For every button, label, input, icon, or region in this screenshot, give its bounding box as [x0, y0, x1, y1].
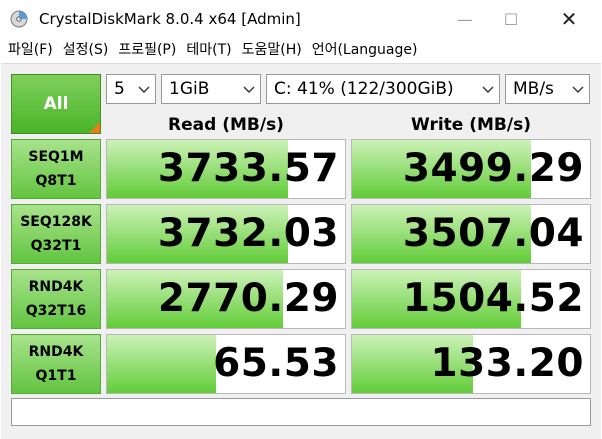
menu-profile[interactable]: 프로필(P) — [118, 40, 176, 60]
window-title: CrystalDiskMark 8.0.4 x64 [Admin] — [39, 10, 301, 28]
minimize-button[interactable]: — — [442, 0, 488, 38]
maximize-button[interactable]: ☐ — [488, 0, 534, 38]
chevron-down-icon — [482, 86, 494, 93]
read-value: 3733.57 — [157, 146, 339, 191]
write-value: 3499.29 — [402, 146, 584, 191]
close-button[interactable]: ✕ — [546, 0, 592, 38]
read-result: 2770.29 — [106, 269, 346, 329]
read-result: 65.53 — [106, 334, 346, 394]
drive-select[interactable]: C: 41% (122/300GiB) — [266, 74, 500, 104]
test-button-name: SEQ128K — [20, 214, 92, 230]
chevron-down-icon — [243, 86, 255, 93]
read-value: 2770.29 — [157, 276, 339, 321]
comment-field[interactable] — [11, 398, 591, 426]
unit-value: MB/s — [513, 79, 554, 99]
read-column-header: Read (MB/s) — [168, 115, 284, 135]
read-value: 3732.03 — [157, 211, 339, 256]
write-result: 3499.29 — [351, 139, 591, 199]
title-bar[interactable]: CrystalDiskMark 8.0.4 x64 [Admin] — ☐ ✕ — [0, 0, 602, 38]
write-value: 1504.52 — [402, 276, 584, 321]
test-button-name: RND4K — [28, 344, 84, 360]
chevron-down-icon — [572, 86, 584, 93]
menu-language[interactable]: 언어(Language) — [312, 40, 418, 60]
read-value: 65.53 — [213, 341, 339, 386]
test-button-params: Q8T1 — [35, 173, 77, 189]
test-button-params: Q32T1 — [30, 238, 82, 254]
test-size-select[interactable]: 1GiB — [161, 74, 261, 104]
test-button-name: SEQ1M — [28, 149, 84, 165]
test-button-rnd4k-q1t1[interactable]: RND4K Q1T1 — [11, 334, 101, 394]
write-value: 3507.04 — [402, 211, 584, 256]
test-button-seq1m-q8t1[interactable]: SEQ1M Q8T1 — [11, 139, 101, 199]
read-bar — [107, 335, 217, 393]
all-button-label: All — [43, 94, 69, 114]
all-button[interactable]: All — [11, 74, 101, 134]
test-button-params: Q32T16 — [25, 303, 87, 319]
corner-marker-icon — [89, 122, 100, 133]
test-button-rnd4k-q32t16[interactable]: RND4K Q32T16 — [11, 269, 101, 329]
unit-select[interactable]: MB/s — [505, 74, 590, 104]
menu-settings[interactable]: 설정(S) — [63, 40, 109, 60]
crystaldiskmark-app-icon — [10, 10, 28, 28]
menu-file[interactable]: 파일(F) — [8, 40, 53, 60]
write-value: 133.20 — [430, 341, 584, 386]
write-result: 1504.52 — [351, 269, 591, 329]
drive-value: C: 41% (122/300GiB) — [274, 79, 454, 99]
menu-theme[interactable]: 테마(T) — [186, 40, 231, 60]
write-result: 133.20 — [351, 334, 591, 394]
read-result: 3732.03 — [106, 204, 346, 264]
test-button-seq128k-q32t1[interactable]: SEQ128K Q32T1 — [11, 204, 101, 264]
test-button-params: Q1T1 — [35, 368, 77, 384]
write-column-header: Write (MB/s) — [411, 115, 531, 135]
read-result: 3733.57 — [106, 139, 346, 199]
test-size-value: 1GiB — [169, 79, 210, 99]
chevron-down-icon — [138, 86, 150, 93]
test-count-select[interactable]: 5 — [106, 74, 156, 104]
test-button-name: RND4K — [28, 279, 84, 295]
menu-bar: 파일(F) 설정(S) 프로필(P) 테마(T) 도움말(H) 언어(Langu… — [0, 38, 602, 62]
write-result: 3507.04 — [351, 204, 591, 264]
menu-help[interactable]: 도움말(H) — [242, 40, 302, 60]
test-count-value: 5 — [114, 79, 125, 99]
